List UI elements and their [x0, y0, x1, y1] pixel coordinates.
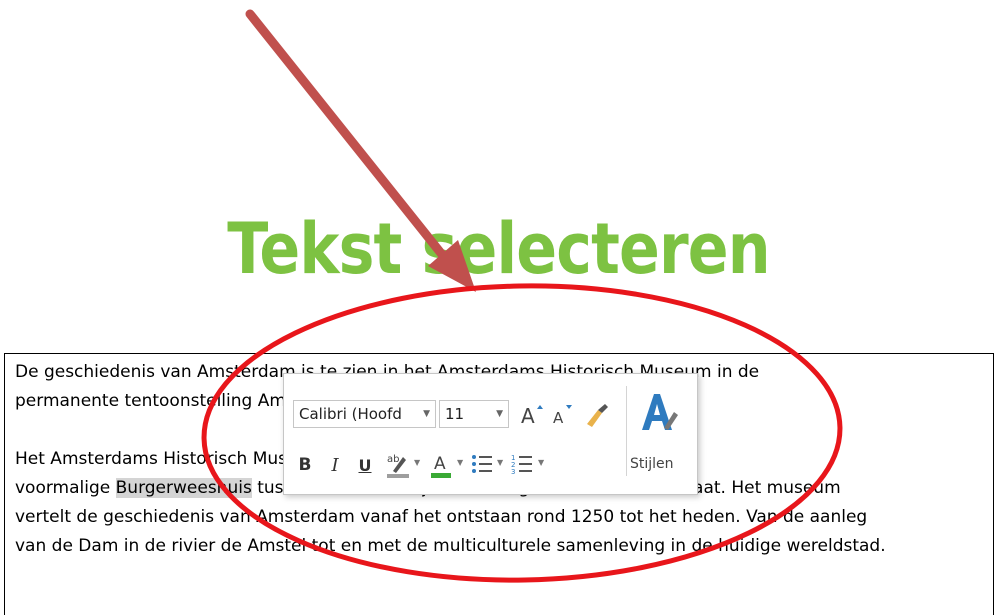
underline-button[interactable]: U — [354, 452, 376, 478]
document-line-6[interactable]: van de Dam in de rivier de Amstel tot en… — [15, 532, 989, 561]
styles-icon — [642, 394, 678, 430]
bullets-button[interactable] — [469, 448, 495, 480]
chevron-down-icon[interactable]: ▼ — [538, 458, 544, 467]
svg-text:A: A — [521, 404, 535, 428]
italic-button[interactable]: I — [324, 452, 346, 478]
styles-label: Stijlen — [630, 456, 674, 472]
chevron-down-icon[interactable]: ▼ — [497, 458, 503, 467]
font-name-select[interactable]: Calibri (Hoofd ▼ — [293, 400, 436, 428]
chevron-down-icon[interactable]: ▼ — [414, 458, 420, 467]
shrink-font-icon: A — [553, 405, 572, 427]
selected-text[interactable]: Burgerweeshuis — [115, 478, 252, 498]
font-color-icon: A — [431, 454, 451, 478]
format-painter-button[interactable] — [578, 396, 614, 432]
highlight-color-icon: ab — [387, 454, 409, 478]
chevron-down-icon: ▼ — [423, 409, 430, 419]
shrink-font-button[interactable]: A — [546, 398, 576, 430]
line-text: voormalige — [15, 478, 116, 498]
font-size-select[interactable]: 11 ▼ — [439, 400, 509, 428]
svg-text:A: A — [553, 409, 564, 427]
grow-font-button[interactable]: A — [516, 398, 546, 430]
document-line-5[interactable]: vertelt de geschiedenis van Amsterdam va… — [15, 503, 989, 532]
grow-font-icon: A — [521, 404, 543, 428]
mini-toolbar: Calibri (Hoofd ▼ 11 ▼ A A B I U ab ▼ A ▼… — [283, 373, 698, 495]
format-painter-icon — [587, 404, 608, 427]
font-name-value: Calibri (Hoofd — [299, 405, 402, 423]
font-size-value: 11 — [445, 405, 465, 423]
highlight-color-button[interactable]: ab — [384, 448, 412, 480]
bullets-icon — [472, 455, 492, 473]
font-color-button[interactable]: A — [429, 448, 453, 480]
numbering-icon: 1 2 3 — [511, 454, 532, 476]
styles-button[interactable] — [636, 388, 682, 436]
numbering-button[interactable]: 1 2 3 — [509, 448, 535, 480]
chevron-down-icon[interactable]: ▼ — [457, 458, 463, 467]
toolbar-divider — [626, 386, 627, 476]
svg-text:A: A — [434, 454, 446, 474]
chevron-down-icon: ▼ — [496, 409, 503, 419]
page-title: Tekst selecteren — [227, 208, 770, 290]
bold-button[interactable]: B — [294, 452, 316, 478]
svg-text:3: 3 — [511, 468, 515, 476]
svg-text:ab: ab — [387, 454, 399, 465]
